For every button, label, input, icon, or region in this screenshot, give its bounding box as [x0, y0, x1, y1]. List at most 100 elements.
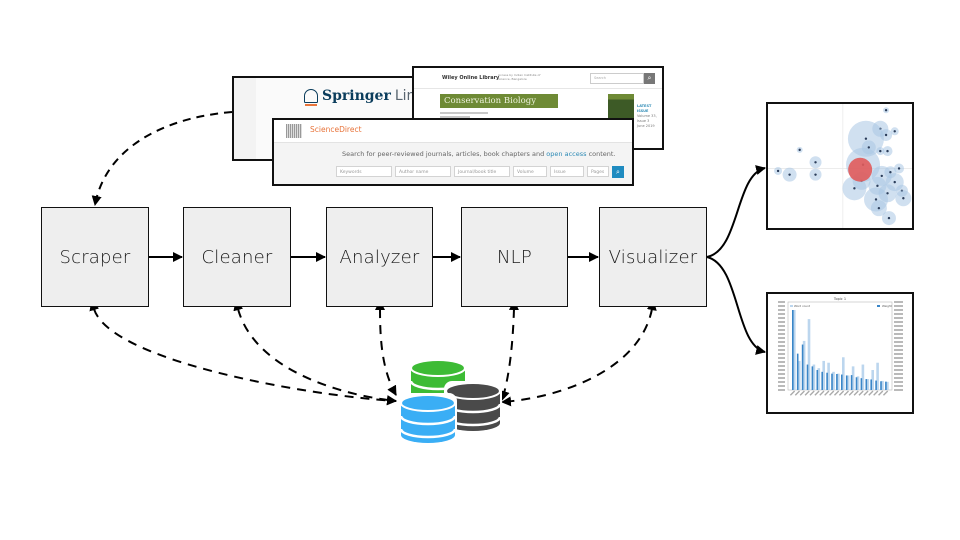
bubble-label	[884, 133, 888, 137]
search-button[interactable]: ⌕	[612, 166, 624, 178]
y2-tick-label	[894, 325, 903, 327]
search-fields: Keywords Author name Journal/book title …	[336, 166, 624, 178]
stage-label: NLP	[497, 246, 532, 268]
author-input[interactable]: Author name	[395, 166, 451, 177]
legend-swatch	[877, 305, 880, 307]
x-tick-label	[853, 390, 859, 396]
y2-tick-label	[894, 329, 903, 331]
y-tick-label	[778, 317, 785, 319]
y-tick-label	[778, 353, 785, 355]
y-tick-label	[778, 333, 785, 335]
x-tick-label	[878, 390, 884, 396]
bar-weight	[870, 379, 872, 390]
y-tick-label	[778, 309, 785, 311]
bar-weight	[845, 375, 848, 390]
journal-title-input[interactable]: Journal/book title	[454, 166, 510, 177]
x-tick-label	[843, 390, 850, 396]
search-tagline: Search for peer-reviewed journals, artic…	[342, 150, 616, 158]
x-tick-label	[814, 390, 820, 396]
y-tick-label	[778, 341, 785, 343]
arrow-visualizer-to-bar-chart	[706, 256, 766, 355]
link-visualizer-storage	[501, 300, 657, 407]
y-tick-label	[778, 357, 785, 359]
search-icon[interactable]: ⌕	[644, 73, 655, 84]
x-tick-label	[838, 390, 845, 396]
stage-visualizer[interactable]: Visualizer	[599, 207, 707, 307]
volume-input[interactable]: Volume	[513, 166, 547, 177]
legend-word-count: Word count	[794, 304, 811, 308]
stage-label: Cleaner	[201, 246, 273, 268]
bubble-label	[889, 171, 892, 174]
bar-weight	[880, 381, 882, 390]
bubble-label	[884, 109, 888, 112]
bar-weight	[885, 381, 887, 390]
arrow-sources-to-scraper	[91, 111, 233, 206]
wiley-search-input[interactable]: Search	[590, 73, 644, 84]
bubble-label	[897, 167, 901, 170]
bar-weight	[821, 371, 823, 390]
y-tick-label	[778, 381, 785, 383]
y2-tick-label	[894, 369, 903, 371]
blue-db-icon	[399, 393, 457, 447]
bubble-label	[864, 137, 868, 140]
y-tick-label	[778, 349, 785, 351]
journal-banner: Conservation Biology	[440, 94, 558, 108]
bubble-label	[902, 197, 905, 200]
bubble-label	[853, 187, 856, 190]
y-tick-label	[778, 373, 785, 375]
bubble-label	[887, 216, 891, 220]
y2-tick-label	[894, 313, 903, 315]
wiley-header: Wiley Online Library Access by Indian In…	[414, 68, 662, 89]
springer-brand: Springer	[322, 88, 391, 104]
x-tick-label	[863, 390, 869, 396]
x-tick-label	[858, 390, 864, 396]
bar-weight	[875, 380, 877, 390]
x-tick-label	[829, 390, 835, 396]
latest-issue-date: June 2019	[637, 124, 655, 128]
y2-tick-label	[894, 337, 903, 339]
stage-scraper[interactable]: Scraper	[41, 207, 149, 307]
y-tick-label	[778, 389, 785, 391]
y2-tick-label	[894, 321, 903, 323]
bubble-label	[877, 206, 881, 210]
x-tick-label	[799, 390, 805, 396]
x-tick-label	[804, 390, 810, 396]
bubble-label	[876, 184, 879, 188]
bubble-label	[874, 198, 878, 201]
open-access-link[interactable]: open access	[546, 150, 586, 158]
y2-tick-label	[894, 301, 903, 303]
stage-analyzer[interactable]: Analyzer	[326, 207, 433, 307]
bar-weight	[850, 375, 853, 390]
bar-weight	[811, 366, 814, 390]
link-cleaner-storage	[233, 300, 397, 406]
y2-tick-label	[894, 361, 903, 363]
tagline-text: Search for peer-reviewed journals, artic…	[342, 150, 547, 158]
x-tick-label	[819, 390, 825, 396]
issue-input[interactable]: Issue	[550, 166, 584, 177]
y2-tick-label	[894, 333, 903, 335]
bubble-label	[893, 130, 896, 133]
arrow-visualizer-to-bubble-chart	[706, 165, 766, 258]
highlighted-bubble	[848, 157, 873, 182]
y-tick-label	[778, 301, 785, 303]
sciencedirect-header: ScienceDirect	[274, 120, 632, 143]
y2-tick-label	[894, 365, 903, 367]
wiley-brand: Wiley Online Library	[442, 75, 500, 81]
y2-tick-label	[894, 373, 903, 375]
pages-input[interactable]: Pages	[587, 166, 609, 177]
bar-weight	[806, 364, 809, 390]
bar-chart-output: Topic 1 Word count Weight	[766, 292, 914, 414]
y-tick-label	[778, 369, 785, 371]
x-tick-label	[809, 390, 815, 396]
bar-weight	[855, 377, 858, 390]
bar-weight	[836, 374, 838, 390]
stage-nlp[interactable]: NLP	[461, 207, 568, 307]
bar-weight	[816, 370, 819, 390]
y-tick-label	[778, 329, 785, 331]
keywords-input[interactable]: Keywords	[336, 166, 392, 177]
latest-issue[interactable]: LATEST ISSUE Volume 33, Issue 3 June 201…	[637, 104, 662, 129]
springer-logo: Springer Link	[304, 88, 424, 106]
bar-weight	[801, 344, 804, 390]
link-scraper-storage	[89, 300, 397, 406]
stage-cleaner[interactable]: Cleaner	[183, 207, 291, 307]
